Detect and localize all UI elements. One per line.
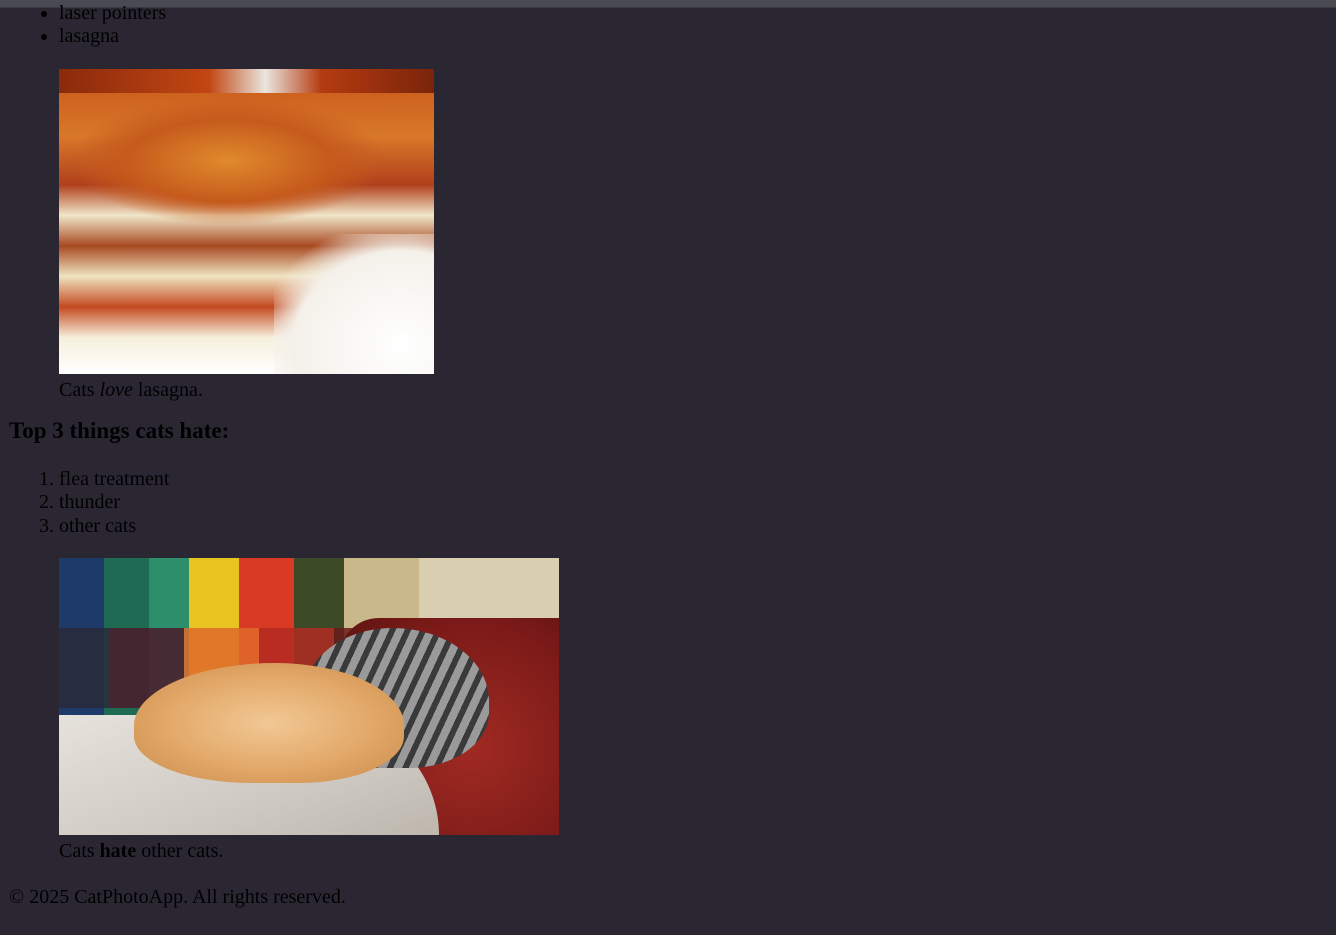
page-content: catnip laser pointers lasagna Cats love … [0,0,1336,909]
lasagna-plate [274,233,434,374]
footer-text: © 2025 CatPhotoApp. All rights reserved. [9,886,346,908]
caption-text: Cats [59,840,95,862]
lasagna-image [59,68,434,374]
lasagna-figure: Cats love lasagna. [59,68,1336,402]
cats-image [59,558,559,835]
list-item: laser pointers [59,2,1336,26]
lasagna-image-top [59,68,434,93]
list-item: flea treatment [59,468,1336,492]
cats-figure: Cats hate other cats. [59,558,1336,863]
list-item: lasagna [59,25,1336,49]
cats-hate-list: flea treatment thunder other cats [0,468,1336,539]
hate-heading: Top 3 things cats hate: [9,417,230,443]
caption-emphasis: love [99,378,133,401]
list-item: thunder [59,491,1336,515]
ginger-kitten [134,663,404,783]
caption-text: lasagna. [137,378,203,401]
caption-text: other cats. [141,840,224,862]
lasagna-caption: Cats love lasagna. [59,378,1336,402]
cats-caption: Cats hate other cats. [59,839,1336,863]
list-item: other cats [59,515,1336,539]
caption-text: Cats [59,378,95,401]
cats-love-list: catnip laser pointers lasagna [0,0,1336,49]
caption-strong: hate [99,840,137,862]
